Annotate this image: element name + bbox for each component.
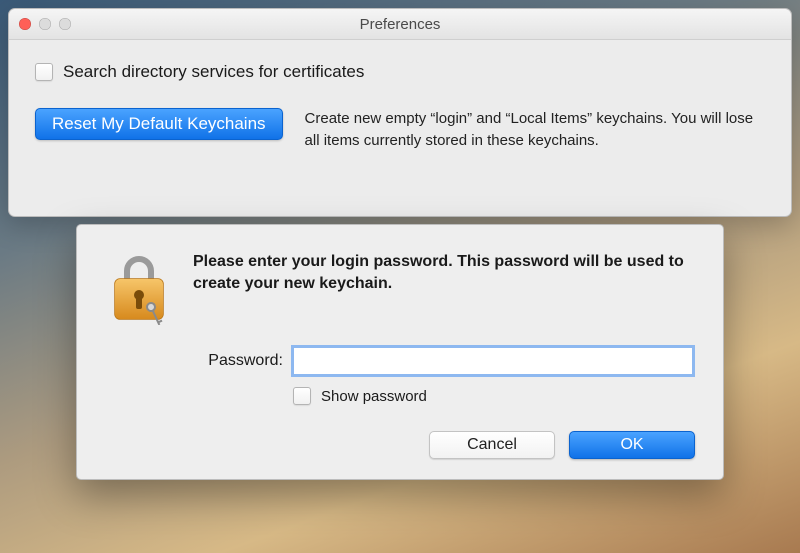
minimize-icon[interactable] xyxy=(39,18,51,30)
zoom-icon[interactable] xyxy=(59,18,71,30)
reset-keychains-row: Reset My Default Keychains Create new em… xyxy=(35,108,765,152)
window-titlebar: Preferences xyxy=(9,9,791,40)
password-prompt-text: Please enter your login password. This p… xyxy=(193,251,693,294)
window-title: Preferences xyxy=(9,16,791,33)
preferences-body: Search directory services for certificat… xyxy=(9,40,791,174)
traffic-lights xyxy=(19,18,71,30)
show-password-label: Show password xyxy=(321,388,427,405)
sheet-button-row: Cancel OK xyxy=(429,431,695,459)
show-password-checkbox[interactable] xyxy=(293,387,311,405)
ok-button[interactable]: OK xyxy=(569,431,695,459)
password-label: Password: xyxy=(193,352,283,370)
search-certificates-row[interactable]: Search directory services for certificat… xyxy=(35,62,765,82)
search-certificates-label: Search directory services for certificat… xyxy=(63,62,364,82)
lock-icon xyxy=(107,251,171,325)
close-icon[interactable] xyxy=(19,18,31,30)
password-prompt-sheet: Please enter your login password. This p… xyxy=(76,224,724,480)
search-certificates-checkbox[interactable] xyxy=(35,63,53,81)
password-field-row: Password: xyxy=(193,347,693,375)
reset-keychains-description: Create new empty “login” and “Local Item… xyxy=(305,108,765,152)
cancel-button[interactable]: Cancel xyxy=(429,431,555,459)
preferences-window: Preferences Search directory services fo… xyxy=(8,8,792,217)
reset-default-keychains-button[interactable]: Reset My Default Keychains xyxy=(35,108,283,140)
show-password-row[interactable]: Show password xyxy=(293,387,693,405)
desktop-background: Preferences Search directory services fo… xyxy=(0,0,800,553)
password-input[interactable] xyxy=(293,347,693,375)
